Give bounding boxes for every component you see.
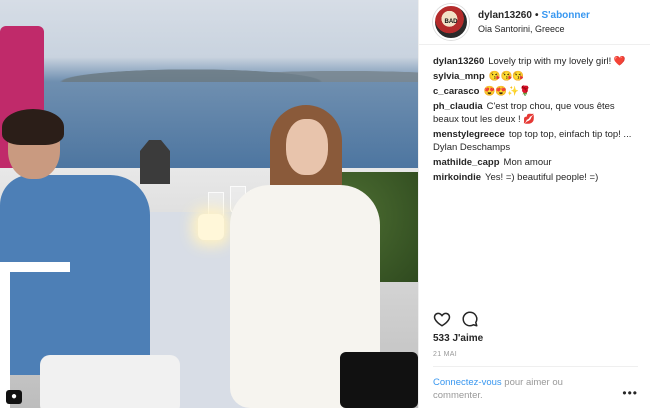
comment: mirkoindie Yes! =) beautiful people! =) (433, 171, 636, 184)
comment: mathilde_capp Mon amour (433, 156, 636, 169)
divider (433, 366, 638, 367)
comment-text: Yes! =) beautiful people! =) (485, 172, 599, 183)
post-sidebar: BAD dylan13260 • S'abonner Oia Santorini, … (418, 0, 650, 408)
separator-dot: • (534, 10, 539, 21)
white-chair (0, 262, 70, 408)
comment-user[interactable]: c_carasco (433, 86, 479, 97)
comment-text: Lovely trip with my lovely girl! ❤️ (488, 56, 626, 67)
username[interactable]: dylan13260 (478, 10, 532, 21)
person-icon[interactable]: ● (6, 390, 22, 404)
post-date: 21 MAI (433, 351, 457, 358)
more-options-icon[interactable]: ••• (622, 386, 638, 400)
comment: c_carasco 😍😍✨🌹 (433, 85, 636, 98)
comment-user[interactable]: mirkoindie (433, 172, 481, 183)
location-link[interactable]: Oia Santorini, Greece (478, 24, 590, 34)
comments-list: dylan13260 Lovely trip with my lovely gir… (419, 45, 650, 184)
island-hills (40, 60, 418, 82)
follow-button[interactable]: S'abonner (541, 10, 590, 21)
comment: menstylegreece top top top, einfach tip t… (433, 128, 636, 154)
comment-text: 😍😍✨🌹 (483, 86, 531, 97)
action-bar (433, 310, 479, 328)
comment-icon[interactable] (461, 310, 479, 328)
black-handbag (340, 352, 418, 408)
likes-count[interactable]: 533 J'aime (433, 333, 483, 344)
avatar[interactable]: BAD (433, 4, 469, 40)
comment-user[interactable]: ph_claudia (433, 101, 483, 112)
comment: sylvia_mnp 😘😘😘 (433, 70, 636, 83)
post-header: BAD dylan13260 • S'abonner Oia Santorini, … (419, 0, 650, 45)
comment-user[interactable]: mathilde_capp (433, 157, 500, 168)
comment-user[interactable]: menstylegreece (433, 129, 505, 140)
comment-text: 😘😘😘 (488, 71, 525, 82)
comment: ph_claudia C'est trop chou, que vous êtes… (433, 100, 636, 126)
caption: dylan13260 Lovely trip with my lovely gir… (433, 55, 636, 68)
comment-user[interactable]: dylan13260 (433, 56, 484, 67)
comment-user[interactable]: sylvia_mnp (433, 71, 485, 82)
post-photo[interactable]: ● (0, 0, 418, 408)
instagram-post: ● BAD dylan13260 • S'abonner Oia Santorini… (0, 0, 650, 408)
comment-text: Mon amour (503, 157, 552, 168)
heart-icon[interactable] (433, 310, 451, 328)
login-link[interactable]: Connectez-vous (433, 377, 502, 388)
login-prompt: Connectez-vous pour aimer ou commenter. (433, 376, 603, 402)
